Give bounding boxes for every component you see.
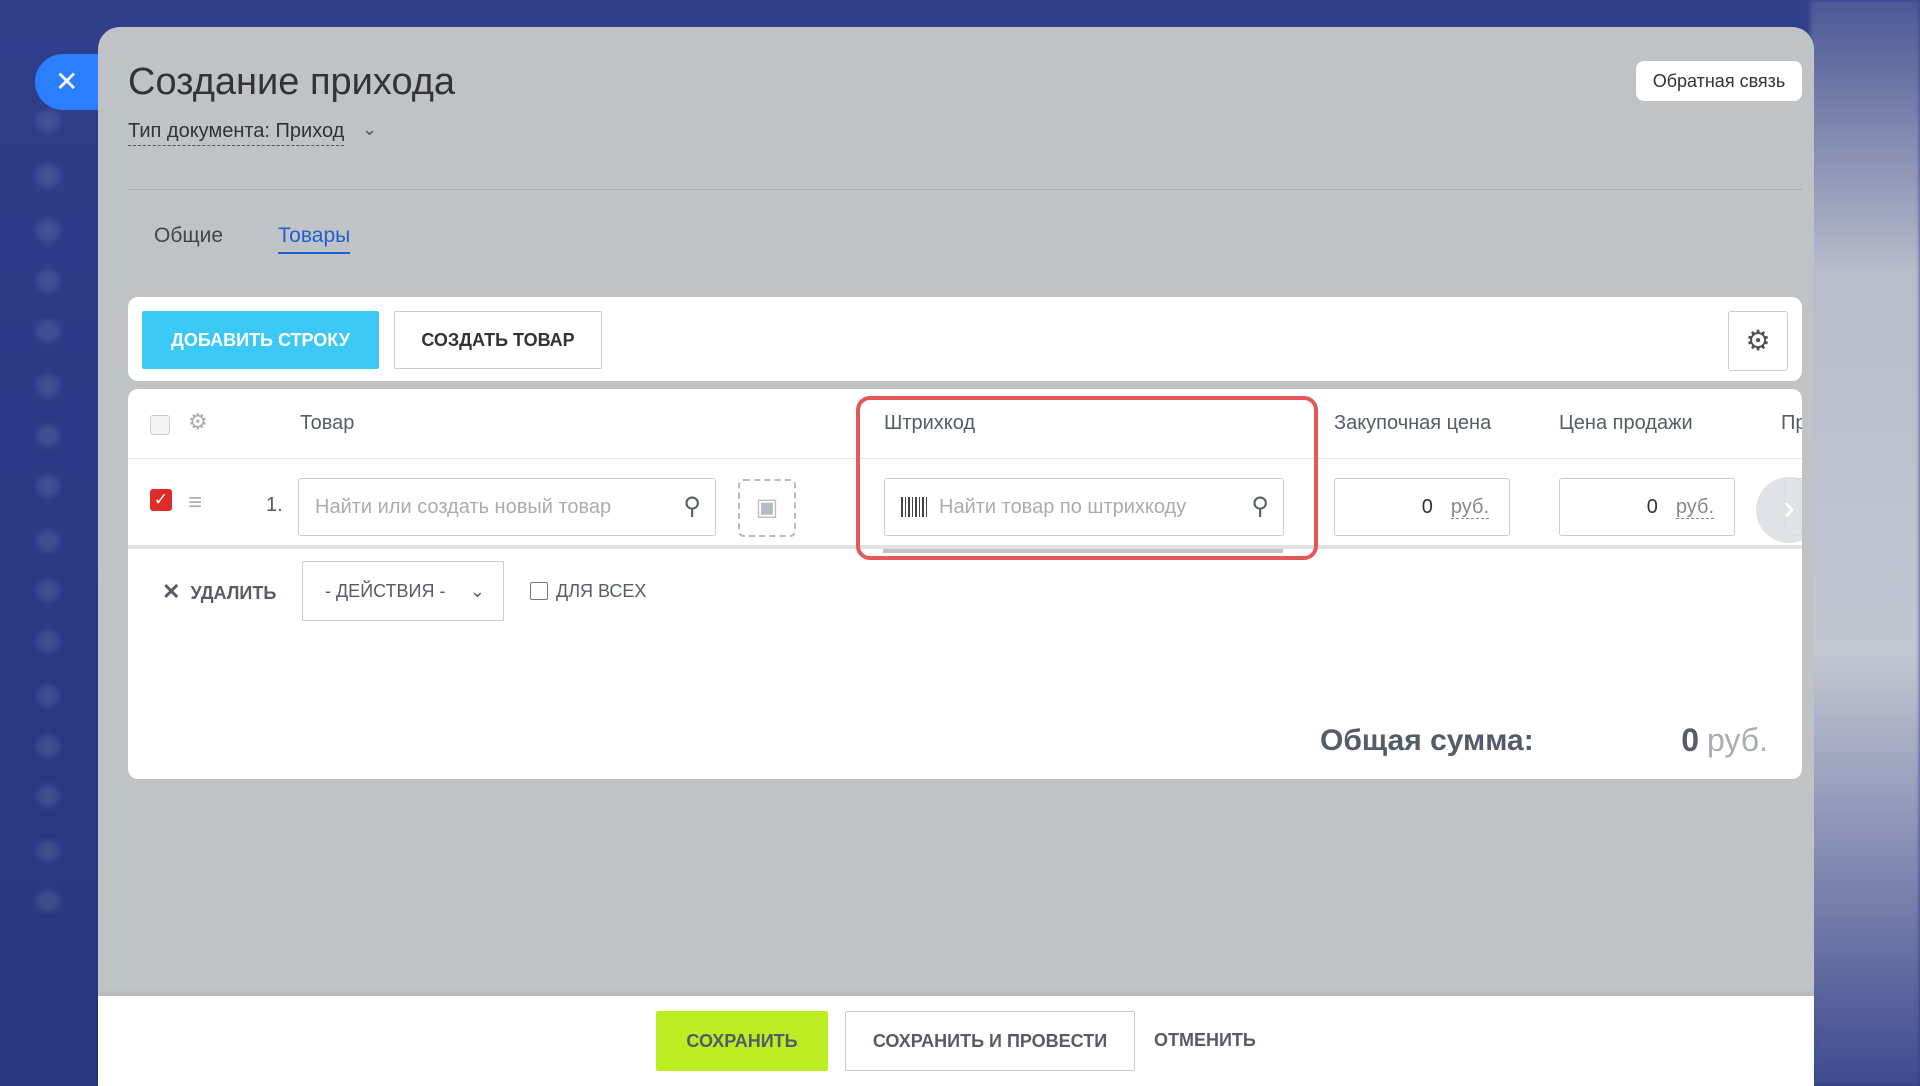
drag-handle-icon[interactable]: ≡ (188, 489, 202, 517)
purchase-currency[interactable]: руб. (1450, 496, 1489, 519)
total-amount: 0 руб. (1681, 722, 1768, 759)
purchase-price-input[interactable]: 0 руб. (1334, 478, 1510, 536)
image-placeholder-icon[interactable]: ▣ (738, 479, 796, 537)
delete-button[interactable]: ✕ УДАЛИТЬ (162, 579, 276, 605)
background-item (36, 530, 60, 552)
row-actions-bar: ✕ УДАЛИТЬ - ДЕЙСТВИЯ - ⌄ ДЛЯ ВСЕХ (128, 561, 1802, 631)
sale-currency[interactable]: руб. (1675, 496, 1714, 519)
scroll-right-chevron-icon[interactable]: › (1756, 477, 1802, 543)
background-item (36, 840, 60, 862)
background-item (36, 630, 60, 652)
tab-goods[interactable]: Товары (278, 224, 351, 254)
products-table: ⚙ Товар Штрихкод Закупочная цена Цена пр… (128, 389, 1802, 779)
actions-select[interactable]: - ДЕЙСТВИЯ - ⌄ (302, 561, 504, 621)
row-number: 1. (266, 494, 283, 516)
add-row-button[interactable]: ДОБАВИТЬ СТРОКУ (142, 311, 379, 369)
checkbox-box[interactable] (530, 582, 548, 600)
barcode-search-input[interactable]: Найти товар по штрихкоду ⚲ (884, 478, 1284, 536)
for-all-checkbox[interactable]: ДЛЯ ВСЕХ (530, 581, 646, 602)
chevron-down-icon: ⌄ (469, 581, 485, 601)
select-all-checkbox[interactable] (150, 415, 170, 435)
product-search-placeholder: Найти или создать новый товар (315, 496, 612, 518)
column-header-purchase-price: Закупочная цена (1334, 412, 1492, 434)
products-toolbar: ДОБАВИТЬ СТРОКУ СОЗДАТЬ ТОВАР ⚙ (128, 297, 1802, 381)
close-icon: ✕ (55, 66, 79, 97)
background-item (36, 890, 60, 912)
column-header-barcode: Штрихкод (884, 412, 976, 434)
product-search-input[interactable]: Найти или создать новый товар ⚲ (298, 478, 716, 536)
divider (128, 189, 1802, 190)
column-header-cut: Пр (1781, 412, 1802, 434)
background-item (36, 785, 60, 807)
background-item (36, 165, 60, 187)
for-all-label: ДЛЯ ВСЕХ (556, 581, 647, 601)
horizontal-scrollbar[interactable] (883, 549, 1283, 553)
doc-type-selector[interactable]: Тип документа: Приход (128, 120, 345, 146)
background-right (1810, 0, 1920, 1086)
barcode-search-placeholder: Найти товар по штрихкоду (939, 496, 1187, 518)
slider-panel: Создание прихода Тип документа: Приход ⌄… (98, 27, 1814, 1086)
background-item (36, 580, 60, 602)
close-icon: ✕ (162, 579, 181, 604)
background-item (36, 735, 60, 757)
sale-price-input[interactable]: 0 руб. (1559, 478, 1735, 536)
cancel-button[interactable]: ОТМЕНИТЬ (1154, 1030, 1256, 1051)
background-sidebar (0, 0, 100, 1086)
save-and-post-button[interactable]: СОХРАНИТЬ И ПРОВЕСТИ (845, 1011, 1135, 1071)
settings-button[interactable]: ⚙ (1728, 311, 1788, 371)
feedback-button[interactable]: Обратная связь (1636, 61, 1802, 101)
column-settings-gear-icon[interactable]: ⚙ (188, 409, 208, 435)
create-product-button[interactable]: СОЗДАТЬ ТОВАР (394, 311, 602, 369)
total-currency: руб. (1706, 722, 1768, 758)
background-item (36, 110, 60, 132)
total-value: 0 (1681, 722, 1699, 758)
table-header: ⚙ Товар Штрихкод Закупочная цена Цена пр… (128, 389, 1802, 459)
background-item (36, 425, 60, 447)
bottom-action-bar: СОХРАНИТЬ СОХРАНИТЬ И ПРОВЕСТИ ОТМЕНИТЬ (98, 996, 1814, 1086)
gear-icon: ⚙ (1745, 325, 1771, 356)
purchase-price-value: 0 (1421, 496, 1433, 518)
chevron-down-icon[interactable]: ⌄ (362, 119, 377, 140)
total-label: Общая сумма: (1320, 724, 1534, 757)
background-item (36, 475, 60, 497)
table-row: ✓ ≡ 1. Найти или создать новый товар ⚲ ▣… (128, 459, 1802, 549)
background-item (36, 320, 60, 342)
column-header-sale-price: Цена продажи (1559, 412, 1693, 434)
page-title: Создание прихода (128, 61, 456, 103)
search-icon[interactable]: ⚲ (683, 479, 701, 535)
barcode-icon (901, 497, 927, 517)
background-item (36, 685, 60, 707)
actions-select-value: - ДЕЙСТВИЯ - (325, 581, 446, 601)
background-item (36, 220, 60, 242)
close-slider-button[interactable]: ✕ (35, 54, 107, 110)
sale-price-value: 0 (1646, 496, 1658, 518)
save-button[interactable]: СОХРАНИТЬ (656, 1011, 828, 1071)
row-checkbox[interactable]: ✓ (150, 489, 172, 511)
background-item (36, 270, 60, 292)
delete-label: УДАЛИТЬ (190, 583, 277, 603)
search-icon[interactable]: ⚲ (1251, 479, 1269, 535)
background-item (36, 375, 60, 397)
column-header-product: Товар (300, 412, 355, 434)
tab-general[interactable]: Общие (154, 224, 223, 248)
